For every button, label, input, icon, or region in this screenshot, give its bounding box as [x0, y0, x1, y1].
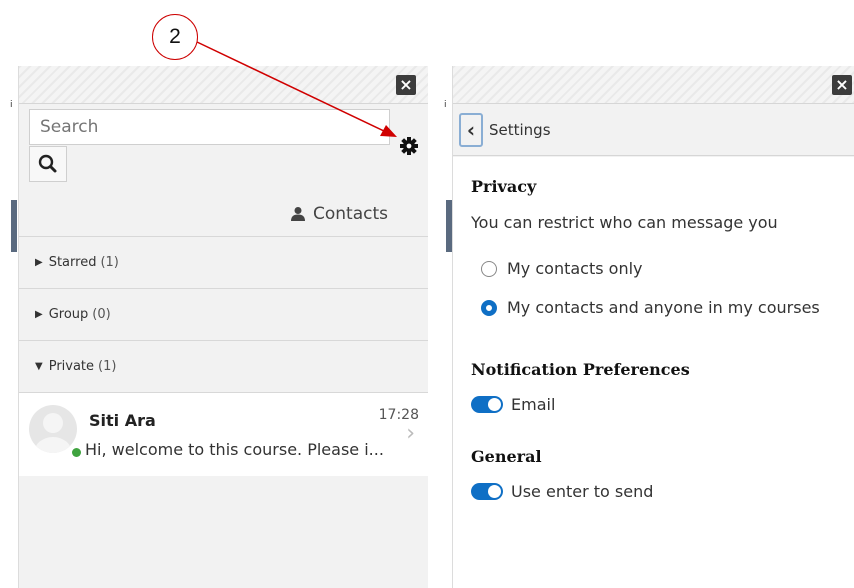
section-count: (0) — [92, 307, 111, 322]
search-button[interactable] — [29, 146, 67, 182]
conversation-item[interactable]: Siti Ara 17:28 Hi, welcome to this cours… — [19, 392, 428, 476]
section-label: Private — [48, 359, 95, 374]
email-toggle-row[interactable]: Email — [471, 395, 555, 414]
option-label: My contacts only — [507, 259, 643, 278]
settings-header: ‹ Settings — [453, 104, 854, 156]
section-private[interactable]: ▼ Private (1) — [19, 340, 428, 392]
privacy-heading: Privacy — [471, 177, 537, 196]
annotation-number-badge: 2 — [152, 14, 198, 60]
section-starred[interactable]: ▶ Starred (1) — [19, 236, 428, 288]
section-label: Group — [48, 307, 89, 322]
search-input[interactable] — [29, 109, 390, 145]
privacy-description: You can restrict who can message you — [471, 213, 778, 232]
contacts-link[interactable]: Contacts — [290, 204, 388, 224]
section-count: (1) — [98, 359, 117, 374]
general-heading: General — [471, 447, 542, 466]
user-icon — [291, 207, 305, 221]
close-drawer-button[interactable]: × — [832, 75, 852, 95]
notification-heading: Notification Preferences — [471, 360, 690, 379]
enter-toggle-row[interactable]: Use enter to send — [471, 482, 653, 501]
radio-checked[interactable] — [481, 299, 497, 316]
back-button[interactable]: ‹ — [459, 112, 483, 147]
edge-fragment-left: i — [10, 100, 13, 110]
caret-right-icon: ▶ — [35, 257, 43, 268]
drawer-header-hatch — [19, 66, 428, 104]
enter-to-send-toggle[interactable] — [471, 483, 503, 500]
close-drawer-button[interactable]: × — [396, 75, 416, 95]
privacy-option-contacts-and-courses[interactable]: My contacts and anyone in my courses — [481, 298, 820, 317]
message-preview: Hi, welcome to this course. Please i... — [85, 440, 384, 459]
settings-title: Settings — [489, 120, 551, 139]
settings-body: Privacy You can restrict who can message… — [453, 157, 854, 588]
enter-label: Use enter to send — [511, 482, 654, 501]
default-avatar-icon — [34, 413, 72, 453]
gear-icon[interactable] — [399, 136, 419, 156]
contacts-label: Contacts — [313, 204, 388, 224]
section-group[interactable]: ▶ Group (0) — [19, 288, 428, 340]
radio-unchecked[interactable] — [481, 260, 497, 277]
section-count: (1) — [100, 255, 119, 270]
privacy-option-contacts-only[interactable]: My contacts only — [481, 259, 643, 278]
drawer-header-hatch — [453, 66, 854, 104]
online-status-dot — [72, 448, 81, 457]
settings-drawer: × ‹ Settings Privacy You can restrict wh… — [452, 66, 854, 588]
contact-name: Siti Ara — [89, 411, 156, 430]
avatar — [29, 405, 77, 453]
section-label: Starred — [48, 255, 97, 270]
caret-right-icon: ▶ — [35, 309, 43, 320]
chevron-right-icon: › — [406, 421, 415, 446]
email-toggle[interactable] — [471, 396, 503, 413]
edge-bar-left — [11, 200, 17, 252]
email-label: Email — [511, 395, 556, 414]
search-icon — [38, 154, 57, 173]
edge-fragment-mid: i — [444, 100, 447, 110]
close-icon: × — [835, 75, 849, 94]
caret-down-icon: ▼ — [35, 361, 43, 372]
messaging-drawer: × Contacts ▶ Starred (1) — [18, 66, 428, 588]
option-label: My contacts and anyone in my courses — [507, 298, 820, 317]
chevron-left-icon: ‹ — [466, 117, 476, 142]
close-icon: × — [399, 75, 413, 94]
